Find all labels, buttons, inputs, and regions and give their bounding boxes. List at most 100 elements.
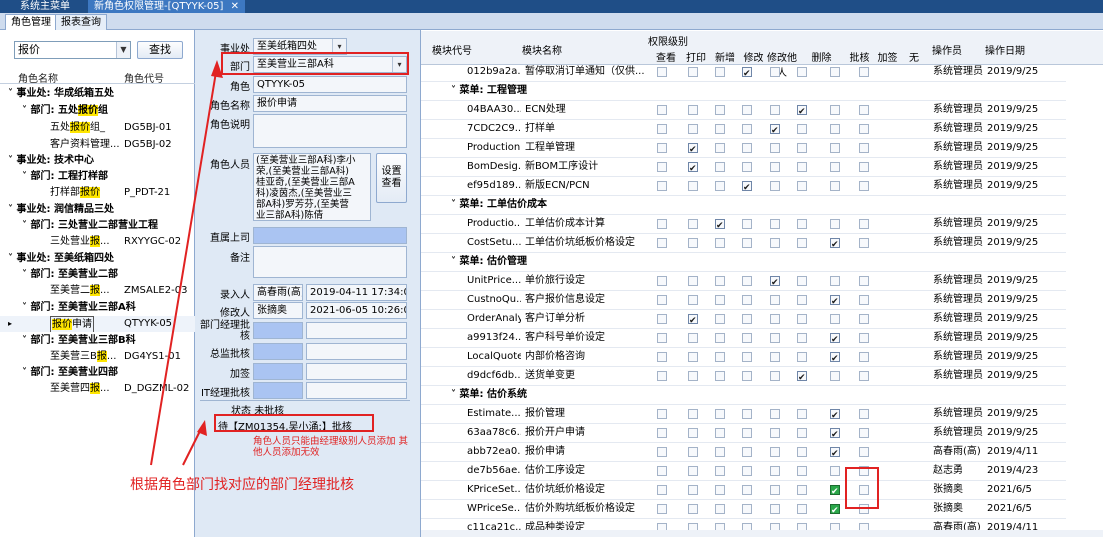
permission-checkbox[interactable] (830, 293, 840, 311)
permission-checkbox[interactable] (770, 67, 780, 77)
permission-checkbox[interactable] (770, 466, 780, 476)
permission-checkbox[interactable] (830, 445, 840, 463)
permission-checkbox[interactable] (830, 502, 840, 520)
permission-checkbox[interactable] (742, 333, 752, 343)
permission-checkbox[interactable] (830, 371, 840, 381)
permission-checkbox[interactable] (859, 219, 869, 229)
permission-checkbox[interactable] (715, 352, 725, 362)
permission-checkbox[interactable] (657, 352, 667, 362)
permission-checkbox[interactable] (830, 67, 840, 77)
permission-checkbox[interactable] (657, 466, 667, 476)
table-row[interactable]: Estimate... 报价管理 系统管理员 2019/9/25 (421, 405, 1066, 425)
search-button[interactable]: 查找 (137, 41, 183, 59)
role-name-field[interactable]: 报价申请 (253, 95, 407, 112)
table-row[interactable]: WPriceSe... 估价外购坑纸板价格设定 张摘奥 2021/6/5 (421, 500, 1066, 520)
table-row[interactable]: UnitPrice... 单价旅行设定 系统管理员 2019/9/25 (421, 272, 1066, 292)
permission-checkbox[interactable] (859, 143, 869, 153)
permission-checkbox[interactable] (770, 352, 780, 362)
set-view-button[interactable]: 设置查看 (376, 153, 407, 203)
permission-checkbox[interactable] (688, 181, 698, 191)
perm-col-header[interactable]: 新增 (710, 49, 740, 64)
permission-checkbox[interactable] (657, 124, 667, 134)
permission-checkbox[interactable] (770, 143, 780, 153)
menu-group-row[interactable]: ˅ 菜单: 估价系统 (421, 386, 1066, 405)
permission-checkbox[interactable] (797, 219, 807, 229)
permission-checkbox[interactable] (770, 295, 780, 305)
permission-checkbox[interactable] (657, 371, 667, 381)
permission-checkbox[interactable] (688, 428, 698, 438)
sign-field[interactable] (253, 363, 303, 380)
tab-main-menu[interactable]: 系统主菜单 (14, 0, 76, 13)
permission-checkbox[interactable] (688, 466, 698, 476)
permission-checkbox[interactable] (770, 122, 780, 140)
permission-checkbox[interactable] (715, 238, 725, 248)
permission-checkbox[interactable] (742, 219, 752, 229)
perm-col-header[interactable]: 修改 (740, 49, 767, 64)
permission-checkbox[interactable] (859, 371, 869, 381)
permission-checkbox[interactable] (688, 409, 698, 419)
permission-checkbox[interactable] (657, 314, 667, 324)
perm-col-header[interactable]: 删除 (797, 49, 846, 64)
permission-checkbox[interactable] (797, 295, 807, 305)
permission-checkbox[interactable] (715, 504, 725, 514)
permission-checkbox[interactable] (657, 409, 667, 419)
permission-checkbox[interactable] (742, 428, 752, 438)
table-row[interactable]: 04BAA30... ECN处理 系统管理员 2019/9/25 (421, 101, 1066, 121)
permission-checkbox[interactable] (859, 333, 869, 343)
permission-checkbox[interactable] (742, 314, 752, 324)
permission-checkbox[interactable] (770, 447, 780, 457)
table-row[interactable]: BomDesig... 新BOM工序设计 系统管理员 2019/9/25 (421, 158, 1066, 178)
tab-report-query[interactable]: 报表查询 (55, 14, 107, 30)
permission-checkbox[interactable] (715, 143, 725, 153)
permission-checkbox[interactable] (830, 143, 840, 153)
permission-checkbox[interactable] (830, 314, 840, 324)
permission-checkbox[interactable] (688, 504, 698, 514)
table-row[interactable]: LocalQuote 内部价格咨询 系统管理员 2019/9/25 (421, 348, 1066, 368)
menu-group-row[interactable]: ˅ 菜单: 估价管理 (421, 253, 1066, 272)
permission-checkbox[interactable] (657, 162, 667, 172)
table-row[interactable]: Production 工程单管理 系统管理员 2019/9/25 (421, 139, 1066, 159)
mgr-approve-field[interactable] (253, 322, 303, 339)
permission-checkbox[interactable] (657, 181, 667, 191)
permission-checkbox[interactable] (830, 331, 840, 349)
permission-checkbox[interactable] (715, 105, 725, 115)
permission-checkbox[interactable] (715, 217, 725, 235)
permission-checkbox[interactable] (830, 483, 840, 501)
permission-checkbox[interactable] (859, 67, 869, 77)
permission-checkbox[interactable] (742, 124, 752, 134)
permission-checkbox[interactable] (830, 219, 840, 229)
permission-checkbox[interactable] (797, 409, 807, 419)
permission-checkbox[interactable] (770, 428, 780, 438)
permission-checkbox[interactable] (742, 276, 752, 286)
permission-checkbox[interactable] (770, 504, 780, 514)
tab-role-permission[interactable]: 新角色权限管理-[QTYYK-05] ✕ (88, 0, 246, 13)
permission-checkbox[interactable] (770, 409, 780, 419)
permission-checkbox[interactable] (657, 105, 667, 115)
perm-col-header[interactable]: 批核 (846, 49, 873, 64)
permission-checkbox[interactable] (688, 160, 698, 178)
permission-checkbox[interactable] (715, 67, 725, 77)
table-row[interactable]: d9dcf6db... 送货单变更 系统管理员 2019/9/25 (421, 367, 1066, 387)
permission-checkbox[interactable] (688, 67, 698, 77)
permission-checkbox[interactable] (688, 124, 698, 134)
permission-checkbox[interactable] (770, 274, 780, 292)
permission-checkbox[interactable] (688, 447, 698, 457)
permission-checkbox[interactable] (859, 276, 869, 286)
permission-checkbox[interactable] (770, 314, 780, 324)
permission-checkbox[interactable] (715, 162, 725, 172)
permission-checkbox[interactable] (770, 105, 780, 115)
permission-checkbox[interactable] (770, 238, 780, 248)
perm-col-header[interactable]: 查看 (650, 49, 682, 64)
permission-checkbox[interactable] (797, 352, 807, 362)
close-icon[interactable]: ✕ (231, 1, 239, 12)
permission-checkbox[interactable] (688, 141, 698, 159)
permission-checkbox[interactable] (859, 162, 869, 172)
permission-checkbox[interactable] (715, 276, 725, 286)
permission-checkbox[interactable] (742, 352, 752, 362)
table-row[interactable]: OrderAnalys 客户订单分析 系统管理员 2019/9/25 (421, 310, 1066, 330)
permission-checkbox[interactable] (742, 65, 752, 83)
permission-checkbox[interactable] (859, 314, 869, 324)
permission-checkbox[interactable] (715, 466, 725, 476)
permission-checkbox[interactable] (715, 295, 725, 305)
permission-checkbox[interactable] (657, 485, 667, 495)
